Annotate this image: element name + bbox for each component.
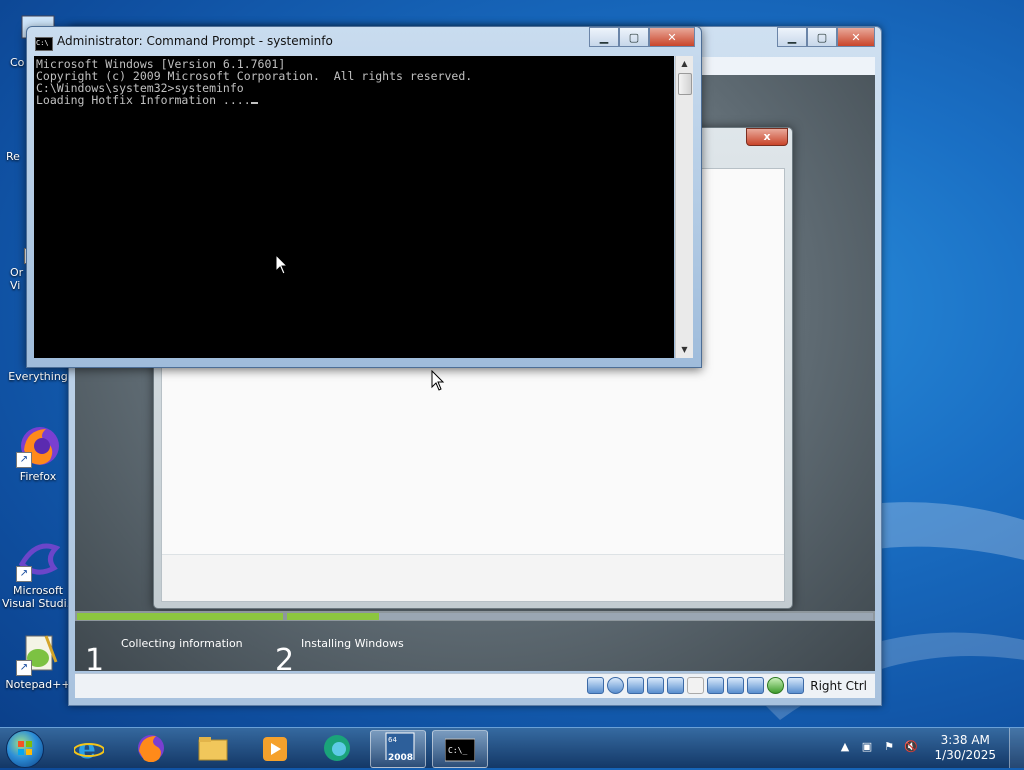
taskbar-command-prompt[interactable]: C:\_	[432, 730, 488, 768]
desktop-icon-notepadpp[interactable]: ↗ Notepad++	[2, 632, 74, 691]
desktop-icon-label: Everything	[8, 370, 68, 383]
firefox-icon	[138, 735, 164, 762]
show-desktop-button[interactable]	[1009, 728, 1024, 768]
media-player-icon	[263, 737, 287, 761]
taskbar-windows-explorer[interactable]	[186, 730, 240, 766]
step-number: 2	[275, 643, 295, 671]
action-center-flag-icon[interactable]: ⚑	[882, 740, 896, 754]
firefox-icon: ↗	[16, 424, 60, 468]
desktop-icon-label: Notepad++	[5, 678, 71, 691]
internet-explorer-icon: e	[74, 734, 104, 762]
step1-progress	[77, 613, 283, 620]
display-icon[interactable]	[707, 677, 725, 694]
setup-progress-strip	[75, 611, 875, 621]
shared-folders-icon[interactable]	[687, 677, 705, 694]
vm-status-bar: Right Ctrl	[75, 673, 875, 698]
mouse-pointer-icon	[431, 370, 445, 391]
keyboard-arrow-icon[interactable]	[787, 677, 805, 694]
vm-window-controls: ▁ ▢ ✕	[777, 27, 875, 47]
system-tray: ▲ ▣ ⚑ 🔇 3:38 AM 1/30/2025	[834, 728, 1024, 768]
maximize-button[interactable]: ▢	[619, 27, 649, 47]
taskbar-firefox[interactable]	[124, 730, 178, 766]
mouse-integration-icon[interactable]	[767, 677, 785, 694]
volume-muted-icon[interactable]: 🔇	[904, 740, 918, 754]
clock-time: 3:38 AM	[940, 733, 990, 747]
cpu-icon[interactable]	[747, 677, 765, 694]
folder-icon	[198, 737, 228, 761]
clock-date: 1/30/2025	[934, 748, 996, 762]
badge-top: 64	[388, 736, 397, 744]
optical-drive-icon[interactable]	[607, 677, 625, 694]
taskbar-edge[interactable]	[310, 730, 364, 766]
step-label: Collecting information	[121, 637, 243, 650]
desktop-icon-label: Firefox	[19, 470, 57, 483]
cmd-icon: C:\_	[445, 738, 475, 762]
console-line-text: Loading Hotfix Information ....	[36, 93, 251, 107]
cmd-icon: C:\	[35, 37, 53, 51]
taskbar-internet-explorer[interactable]: e	[62, 730, 116, 766]
visual-studio-icon: ↗	[16, 538, 61, 582]
taskbar-virtualbox-2008[interactable]: 64 2008	[370, 730, 426, 768]
close-button[interactable]: ✕	[649, 27, 695, 47]
badge-label: 2008	[388, 753, 413, 760]
vertical-scrollbar[interactable]: ▲ ▼	[675, 56, 693, 358]
notepadpp-icon: ↗	[16, 632, 60, 676]
window-title: Administrator: Command Prompt - systemin…	[57, 34, 333, 48]
step-label: Installing Windows	[301, 637, 404, 650]
shortcut-arrow-icon: ↗	[16, 452, 32, 468]
scroll-up-arrow-icon[interactable]: ▲	[676, 56, 693, 72]
network-icon[interactable]	[647, 677, 665, 694]
maximize-button[interactable]: ▢	[807, 27, 837, 47]
host-key-label: Right Ctrl	[810, 678, 867, 693]
minimize-button[interactable]: ▁	[777, 27, 807, 47]
svg-text:e: e	[78, 734, 96, 762]
cmd-window-controls: ▁ ▢ ✕	[589, 27, 695, 47]
vbox-2008-icon: 64 2008	[385, 732, 415, 760]
usb-icon[interactable]	[667, 677, 685, 694]
taskbar-media-player[interactable]	[248, 730, 302, 766]
scroll-down-arrow-icon[interactable]: ▼	[676, 342, 693, 358]
desktop-icon-firefox[interactable]: ↗ Firefox	[2, 424, 74, 483]
audio-icon[interactable]	[627, 677, 645, 694]
step2-progress	[287, 613, 379, 620]
video-capture-icon[interactable]	[727, 677, 745, 694]
shortcut-arrow-icon: ↗	[16, 660, 32, 676]
console-output[interactable]: Microsoft Windows [Version 6.1.7601] Cop…	[34, 56, 674, 358]
network-icon[interactable]: ▣	[860, 740, 874, 754]
clock[interactable]: 3:38 AM 1/30/2025	[934, 733, 996, 763]
shortcut-arrow-icon: ↗	[16, 566, 32, 582]
start-button[interactable]	[6, 730, 44, 768]
setup-dialog-footer	[162, 554, 784, 601]
scroll-thumb[interactable]	[678, 73, 692, 95]
setup-close-button[interactable]: x	[746, 128, 788, 146]
hard-disk-icon[interactable]	[587, 677, 605, 694]
taskbar: e 64 2008 C:\_ ▲ ▣ ⚑ 🔇 3:38 AM 1/30/2025	[0, 727, 1024, 768]
show-hidden-icons-icon[interactable]: ▲	[838, 740, 852, 754]
desktop-icon-visual-studio[interactable]: ↗ Microsoft Visual Studi...	[2, 538, 78, 610]
mouse-pointer-icon	[275, 254, 289, 275]
cmd-titlebar[interactable]: C:\ Administrator: Command Prompt - syst…	[27, 27, 701, 55]
status-icons: Right Ctrl	[587, 677, 867, 694]
close-button[interactable]: ✕	[837, 27, 875, 47]
desktop: { "desktop": { "icons": [ {"label": "Co"…	[0, 0, 1024, 768]
windows-logo-icon	[18, 741, 32, 755]
text-cursor	[250, 102, 258, 104]
minimize-button[interactable]: ▁	[589, 27, 619, 47]
console-line: Loading Hotfix Information ....	[36, 94, 674, 106]
desktop-icon-label: Microsoft Visual Studi...	[2, 584, 78, 610]
edge-icon	[324, 735, 350, 761]
svg-text:C:\_: C:\_	[448, 746, 467, 755]
command-prompt-window[interactable]: C:\ Administrator: Command Prompt - syst…	[26, 26, 702, 368]
step-number: 1	[85, 643, 105, 671]
